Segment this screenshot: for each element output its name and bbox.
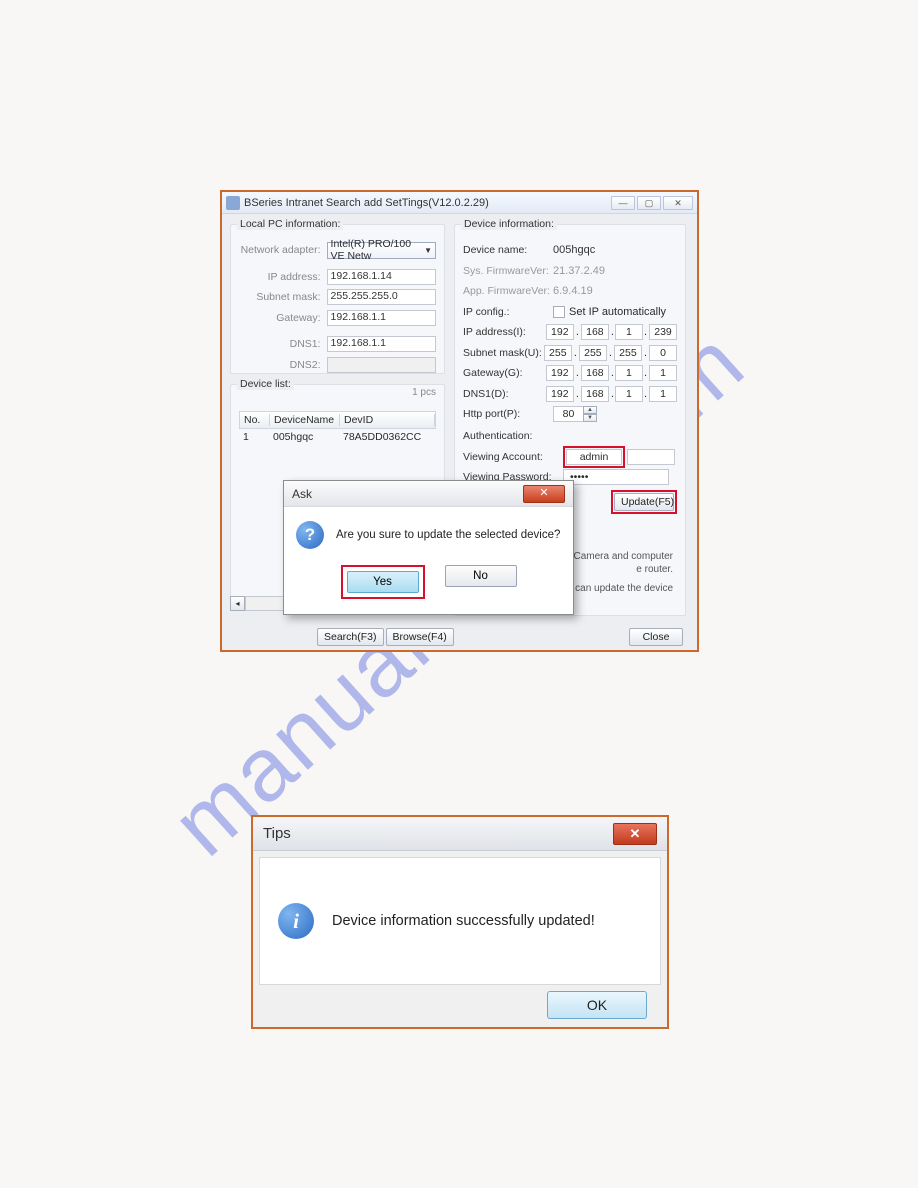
- local-dns2-label: DNS2:: [239, 359, 327, 371]
- local-dns1-value: 192.168.1.1: [327, 336, 436, 352]
- sysfw-value: 21.37.2.49: [553, 265, 605, 277]
- auto-ip-label: Set IP automatically: [569, 306, 666, 318]
- ip-oct4[interactable]: 239: [649, 324, 677, 340]
- sub-oct2[interactable]: 255: [579, 345, 607, 361]
- auto-ip-checkbox[interactable]: [553, 306, 565, 318]
- dev-dns-input[interactable]: 192. 168. 1. 1: [546, 386, 677, 402]
- tips-dialog: Tips ✕ i Device information successfully…: [251, 815, 669, 1029]
- appfw-label: App. FirmwareVer:: [463, 285, 553, 297]
- device-list-heading: Device list:: [237, 378, 294, 390]
- auth-label: Authentication:: [463, 430, 553, 442]
- devname-label: Device name:: [463, 244, 553, 256]
- account-label: Viewing Account:: [463, 451, 563, 463]
- cell-id: 78A5DD0362CC: [339, 431, 425, 443]
- tips-message: Device information successfully updated!: [332, 913, 595, 929]
- scroll-left-icon[interactable]: ◂: [230, 596, 245, 611]
- window-titlebar[interactable]: BSeries Intranet Search add SetTings(V12…: [222, 192, 697, 214]
- question-icon: ?: [296, 521, 324, 549]
- ip-oct1[interactable]: 192: [546, 324, 574, 340]
- sub-oct1[interactable]: 255: [544, 345, 572, 361]
- minimize-button[interactable]: —: [611, 196, 635, 210]
- ipconfig-label: IP config.:: [463, 306, 553, 318]
- http-port-value[interactable]: 80: [553, 406, 583, 422]
- spin-up-icon[interactable]: ▲: [583, 406, 597, 414]
- tips-title: Tips: [263, 825, 291, 842]
- dev-subnet-label: Subnet mask(U):: [463, 347, 544, 359]
- ask-title: Ask: [292, 487, 312, 501]
- col-devid: DevID: [340, 414, 435, 426]
- device-list-row[interactable]: 1 005hgqc 78A5DD0362CC: [239, 429, 436, 445]
- local-gateway-label: Gateway:: [239, 312, 327, 324]
- local-subnet-label: Subnet mask:: [239, 291, 327, 303]
- password-input[interactable]: •••••: [563, 469, 669, 485]
- local-subnet-value: 255.255.255.0: [327, 289, 436, 305]
- devname-value: 005hgqc: [553, 244, 595, 256]
- update-highlight: Update(F5): [611, 490, 677, 514]
- tips-titlebar[interactable]: Tips ✕: [253, 817, 667, 851]
- http-port-label: Http port(P):: [463, 408, 553, 420]
- account-extra-field[interactable]: [627, 449, 675, 465]
- device-list-header: No. DeviceName DevID: [239, 411, 436, 429]
- ask-message: Are you sure to update the selected devi…: [336, 529, 560, 541]
- sub-oct3[interactable]: 255: [614, 345, 642, 361]
- ask-close-button[interactable]: ✕: [523, 485, 565, 503]
- gw-oct3[interactable]: 1: [615, 365, 643, 381]
- cell-no: 1: [239, 431, 269, 443]
- dev-dns-label: DNS1(D):: [463, 388, 546, 400]
- ip-oct2[interactable]: 168: [581, 324, 609, 340]
- maximize-button[interactable]: ▢: [637, 196, 661, 210]
- dns-oct3[interactable]: 1: [615, 386, 643, 402]
- device-info-heading: Device information:: [461, 218, 557, 230]
- gw-oct2[interactable]: 168: [581, 365, 609, 381]
- local-dns1-label: DNS1:: [239, 338, 327, 350]
- dns-oct4[interactable]: 1: [649, 386, 677, 402]
- appfw-value: 6.9.4.19: [553, 285, 593, 297]
- network-adapter-select[interactable]: Intel(R) PRO/100 VE Netw ▼: [327, 242, 436, 259]
- yes-button[interactable]: Yes: [347, 571, 419, 593]
- info-icon: i: [278, 903, 314, 939]
- ask-titlebar[interactable]: Ask ✕: [284, 481, 573, 507]
- dev-gw-input[interactable]: 192. 168. 1. 1: [546, 365, 677, 381]
- local-ip-label: IP address:: [239, 271, 327, 283]
- yes-highlight: Yes: [341, 565, 425, 599]
- browse-button[interactable]: Browse(F4): [386, 628, 454, 646]
- sub-oct4[interactable]: 0: [649, 345, 677, 361]
- col-name: DeviceName: [270, 414, 340, 426]
- local-pc-heading: Local PC information:: [237, 218, 343, 230]
- update-button[interactable]: Update(F5): [614, 493, 674, 511]
- local-dns2-value: [327, 357, 436, 373]
- local-pc-panel: Local PC information: Network adapter: I…: [230, 224, 445, 374]
- gw-oct1[interactable]: 192: [546, 365, 574, 381]
- device-count: 1 pcs: [412, 387, 436, 398]
- dns-oct2[interactable]: 168: [581, 386, 609, 402]
- col-no: No.: [240, 414, 270, 426]
- sysfw-label: Sys. FirmwareVer:: [463, 265, 553, 277]
- http-port-stepper[interactable]: 80 ▲▼: [553, 406, 597, 422]
- cell-name: 005hgqc: [269, 431, 339, 443]
- no-button[interactable]: No: [445, 565, 517, 587]
- local-ip-value: 192.168.1.14: [327, 269, 436, 285]
- close-button-bottom[interactable]: Close: [629, 628, 683, 646]
- ok-button[interactable]: OK: [547, 991, 647, 1019]
- ip-oct3[interactable]: 1: [615, 324, 643, 340]
- network-adapter-label: Network adapter:: [239, 244, 327, 256]
- network-adapter-value: Intel(R) PRO/100 VE Netw: [331, 238, 425, 262]
- local-gateway-value: 192.168.1.1: [327, 310, 436, 326]
- close-button[interactable]: ✕: [663, 196, 693, 210]
- window-title: BSeries Intranet Search add SetTings(V12…: [244, 197, 489, 209]
- dev-ip-input[interactable]: 192. 168. 1. 239: [546, 324, 677, 340]
- gw-oct4[interactable]: 1: [649, 365, 677, 381]
- tips-close-button[interactable]: ✕: [613, 823, 657, 845]
- dev-subnet-input[interactable]: 255. 255. 255. 0: [544, 345, 677, 361]
- account-input[interactable]: admin: [566, 449, 622, 465]
- chevron-down-icon: ▼: [424, 246, 432, 255]
- dev-ip-label: IP address(I):: [463, 326, 546, 338]
- ask-dialog: Ask ✕ ? Are you sure to update the selec…: [283, 480, 574, 615]
- search-button[interactable]: Search(F3): [317, 628, 384, 646]
- dns-oct1[interactable]: 192: [546, 386, 574, 402]
- app-icon: [226, 196, 240, 210]
- account-highlight: admin: [563, 446, 625, 468]
- spin-down-icon[interactable]: ▼: [583, 414, 597, 422]
- dev-gw-label: Gateway(G):: [463, 367, 546, 379]
